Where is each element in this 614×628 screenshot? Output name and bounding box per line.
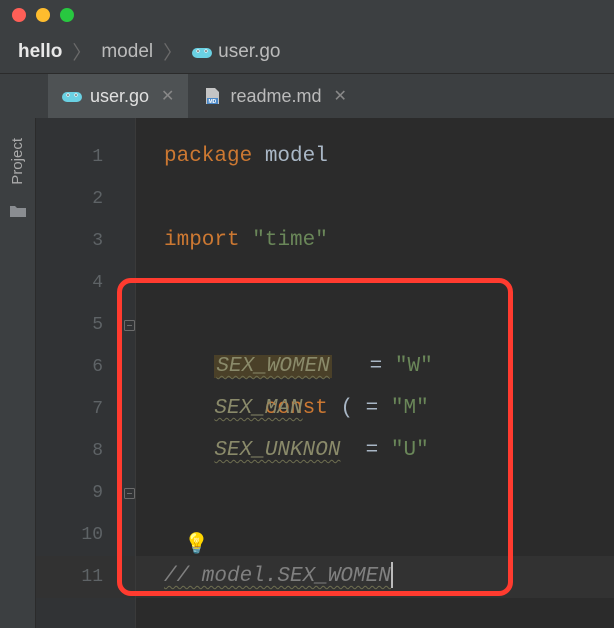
identifier: model [265,145,328,168]
text-caret-icon [391,562,393,588]
toolwindow-bar: Project [0,118,36,628]
code-line[interactable]: package model [136,136,614,178]
code-line[interactable] [136,178,614,220]
string-literal: "time" [252,229,328,252]
chevron-right-icon: 〉 [163,38,182,65]
code-line[interactable]: SEX_WOMEN = "W" [136,346,614,388]
code-line[interactable]: ) [136,472,614,514]
close-icon[interactable]: ✕ [334,86,347,106]
fold-toggle-icon[interactable] [123,319,135,331]
identifier: SEX_MAN [214,397,302,420]
line-number: 8 [36,430,135,472]
line-number: 10 [36,514,135,556]
line-number: 11 [36,556,135,598]
breadcrumb-root[interactable]: hello [18,41,62,63]
operator: = [366,439,379,462]
string-literal: "U" [391,439,429,462]
svg-text:MD: MD [209,99,217,105]
line-number: 1 [36,136,135,178]
tab-readme-md[interactable]: MD readme.md ✕ [188,74,360,118]
keyword: import [164,229,240,252]
line-number: 6 [36,346,135,388]
code-content[interactable]: package model import "time" const ( SEX_… [136,118,614,598]
code-line[interactable]: SEX_UNKNON = "U" [136,430,614,472]
breadcrumb: hello 〉 model 〉 user.go [0,30,614,74]
tab-user-go[interactable]: user.go ✕ [48,74,188,118]
identifier: SEX_UNKNON [214,439,340,462]
toolwindow-project[interactable]: Project [9,138,26,185]
line-number: 2 [36,178,135,220]
line-gutter: 1 2 3 4 5 6 7 8 9 10 11 [36,118,136,628]
code-line[interactable]: SEX_MAN = "M" [136,388,614,430]
fold-toggle-icon[interactable] [123,487,135,499]
operator: = [366,397,379,420]
breadcrumb-file[interactable]: user.go [192,41,280,63]
window-minimize-icon[interactable] [36,8,50,22]
comment: // model.SEX_WOMEN [164,565,391,588]
keyword: package [164,145,252,168]
window-titlebar [0,0,614,30]
folder-icon[interactable] [9,203,27,223]
window-close-icon[interactable] [12,8,26,22]
line-number: 7 [36,388,135,430]
string-literal: "M" [391,397,429,420]
line-number: 3 [36,220,135,262]
line-number: 4 [36,262,135,304]
string-literal: "W" [395,355,433,378]
tab-label: user.go [90,86,149,107]
go-file-icon [62,88,82,104]
code-line[interactable]: const ( [136,304,614,346]
identifier: SEX_WOMEN [214,355,331,378]
code-line[interactable] [136,262,614,304]
line-number: 9 [36,472,135,514]
go-file-icon [192,44,212,60]
breadcrumb-file-label: user.go [218,41,280,63]
intention-bulb-icon[interactable]: 💡 [184,531,209,557]
editor-area: Project 1 2 3 4 5 6 7 8 9 10 11 package … [0,118,614,628]
tab-label: readme.md [230,86,321,107]
chevron-right-icon: 〉 [72,38,91,65]
code-editor[interactable]: 1 2 3 4 5 6 7 8 9 10 11 package model im… [36,118,614,628]
code-line[interactable]: import "time" [136,220,614,262]
operator: = [370,355,383,378]
close-icon[interactable]: ✕ [161,86,174,106]
line-number: 5 [36,304,135,346]
markdown-file-icon: MD [202,87,222,105]
editor-tabs: user.go ✕ MD readme.md ✕ [0,74,614,118]
window-zoom-icon[interactable] [60,8,74,22]
breadcrumb-folder[interactable]: model [101,41,153,63]
code-line[interactable]: // model.SEX_WOMEN [136,556,614,598]
